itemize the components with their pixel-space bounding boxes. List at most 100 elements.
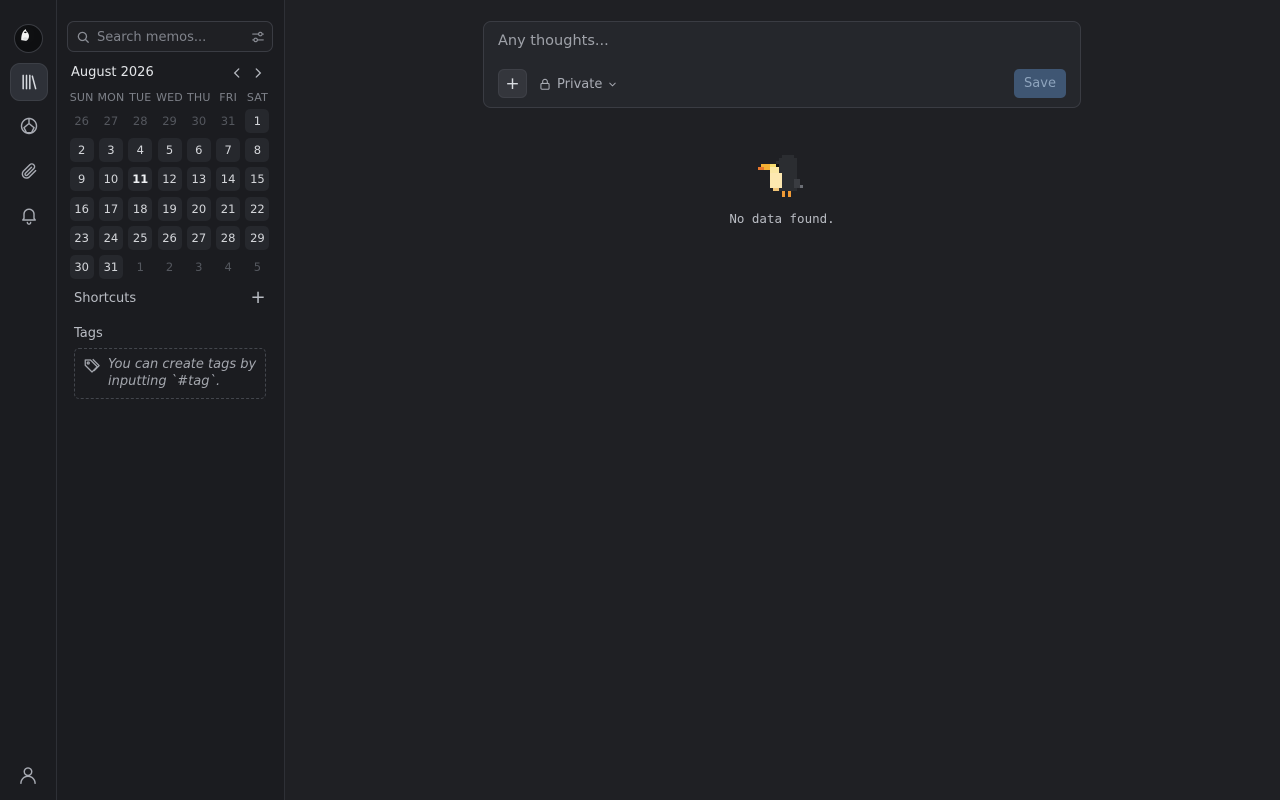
nav-explore[interactable] — [10, 107, 48, 145]
calendar-day[interactable]: 31 — [96, 252, 125, 281]
search-input[interactable] — [97, 26, 247, 48]
calendar-day-label: 31 — [98, 255, 123, 280]
nav-home[interactable] — [10, 63, 48, 101]
chevron-right-icon[interactable] — [250, 65, 266, 81]
calendar-day-label: 28 — [132, 113, 148, 128]
library-icon — [22, 74, 37, 90]
visibility-selector[interactable]: Private — [538, 74, 618, 94]
calendar-day-label: 20 — [186, 196, 211, 221]
calendar-day[interactable]: 4 — [126, 135, 155, 164]
nav-attachments[interactable] — [10, 152, 48, 190]
calendar-day[interactable]: 5 — [243, 252, 272, 281]
calendar-day[interactable]: 29 — [243, 223, 272, 252]
lock-icon — [540, 78, 550, 90]
calendar-day[interactable]: 27 — [184, 223, 213, 252]
calendar-day[interactable]: 10 — [96, 165, 125, 194]
calendar-day[interactable]: 5 — [155, 135, 184, 164]
nav-rail — [0, 0, 57, 800]
calendar-day-label: 19 — [157, 196, 182, 221]
calendar-day[interactable]: 23 — [67, 223, 96, 252]
explore-icon — [20, 117, 38, 135]
calendar-day[interactable]: 20 — [184, 194, 213, 223]
calendar-day[interactable]: 29 — [155, 106, 184, 135]
tags-hint-text: You can create tags by inputting `#tag`. — [108, 357, 257, 389]
calendar-day[interactable]: 1 — [243, 106, 272, 135]
calendar-day-label: 5 — [157, 137, 182, 162]
weekday-header: TUE — [129, 91, 152, 104]
calendar-day[interactable]: 11 — [126, 165, 155, 194]
calendar-day[interactable]: 30 — [184, 106, 213, 135]
save-button[interactable]: Save — [1014, 69, 1066, 98]
calendar-day-label: 4 — [224, 260, 232, 275]
calendar-day[interactable]: 30 — [67, 252, 96, 281]
memo-input[interactable] — [498, 33, 1058, 55]
calendar-day[interactable]: 1 — [126, 252, 155, 281]
calendar-day-label: 9 — [69, 167, 94, 192]
calendar-day[interactable]: 24 — [96, 223, 125, 252]
calendar-grid: SUN MON TUE WED THU FRI SAT 26 27 28 29 30 31 1 2 3 4 5 6 7… — [67, 89, 275, 282]
add-insert-button[interactable]: + — [498, 69, 527, 98]
calendar-day[interactable]: 26 — [67, 106, 96, 135]
visibility-label: Private — [557, 76, 603, 92]
calendar-day[interactable]: 8 — [243, 135, 272, 164]
calendar-day[interactable]: 18 — [126, 194, 155, 223]
calendar-day[interactable]: 26 — [155, 223, 184, 252]
app-logo[interactable] — [14, 24, 43, 53]
calendar-day[interactable]: 28 — [126, 106, 155, 135]
calendar-day-label: 24 — [98, 225, 123, 250]
calendar-day[interactable]: 21 — [213, 194, 242, 223]
bell-icon — [22, 208, 36, 225]
calendar-day-label: 3 — [195, 260, 203, 275]
calendar-day-label: 2 — [165, 260, 174, 275]
calendar-day-label: 18 — [128, 196, 153, 221]
calendar-day-label: 23 — [69, 225, 94, 250]
weekday-header: SAT — [246, 91, 269, 104]
weekday-header: THU — [187, 91, 211, 104]
calendar-day[interactable]: 2 — [155, 252, 184, 281]
calendar-day-label: 29 — [245, 225, 270, 250]
calendar-day[interactable]: 7 — [213, 135, 242, 164]
calendar-day[interactable]: 16 — [67, 194, 96, 223]
calendar-day-label: 30 — [69, 255, 94, 280]
search-box — [67, 21, 273, 52]
calendar-day-label: 26 — [157, 225, 182, 250]
calendar-day[interactable]: 28 — [213, 223, 242, 252]
calendar-day[interactable]: 2 — [67, 135, 96, 164]
calendar-header: August 2026 — [71, 63, 271, 83]
calendar-day[interactable]: 19 — [155, 194, 184, 223]
calendar-day[interactable]: 12 — [155, 165, 184, 194]
calendar-day-label: 27 — [186, 225, 211, 250]
tags-empty-hint: You can create tags by inputting `#tag`. — [74, 348, 266, 399]
calendar-day[interactable]: 9 — [67, 165, 96, 194]
filter-settings-icon[interactable] — [251, 30, 265, 44]
calendar-day-label: 8 — [245, 137, 270, 162]
user-icon[interactable] — [18, 765, 38, 785]
calendar-day[interactable]: 13 — [184, 165, 213, 194]
calendar-day[interactable]: 15 — [243, 165, 272, 194]
weekday-header: SUN — [69, 91, 94, 104]
calendar-day[interactable]: 27 — [96, 106, 125, 135]
chevron-left-icon[interactable] — [229, 65, 245, 81]
calendar-day[interactable]: 22 — [243, 194, 272, 223]
calendar-day[interactable]: 17 — [96, 194, 125, 223]
add-shortcut-button[interactable]: + — [250, 289, 266, 307]
calendar-day-label: 5 — [253, 260, 262, 275]
tags-label: Tags — [74, 326, 103, 341]
calendar-day-label: 10 — [98, 167, 123, 192]
nav-notifications[interactable] — [10, 196, 48, 234]
calendar-day[interactable]: 6 — [184, 135, 213, 164]
calendar-day-label: 12 — [157, 167, 182, 192]
tag-icon — [84, 358, 100, 373]
calendar-day-label: 14 — [216, 167, 241, 192]
calendar-day[interactable]: 25 — [126, 223, 155, 252]
weekday-header: FRI — [219, 91, 238, 104]
calendar-day-label: 21 — [216, 196, 241, 221]
calendar-day[interactable]: 31 — [213, 106, 242, 135]
calendar-day-label: 2 — [69, 137, 94, 162]
calendar-day[interactable]: 14 — [213, 165, 242, 194]
calendar-day[interactable]: 3 — [96, 135, 125, 164]
calendar-day[interactable]: 4 — [213, 252, 242, 281]
calendar-day-label: 15 — [245, 167, 270, 192]
chevron-down-icon — [609, 82, 617, 87]
calendar-day[interactable]: 3 — [184, 252, 213, 281]
